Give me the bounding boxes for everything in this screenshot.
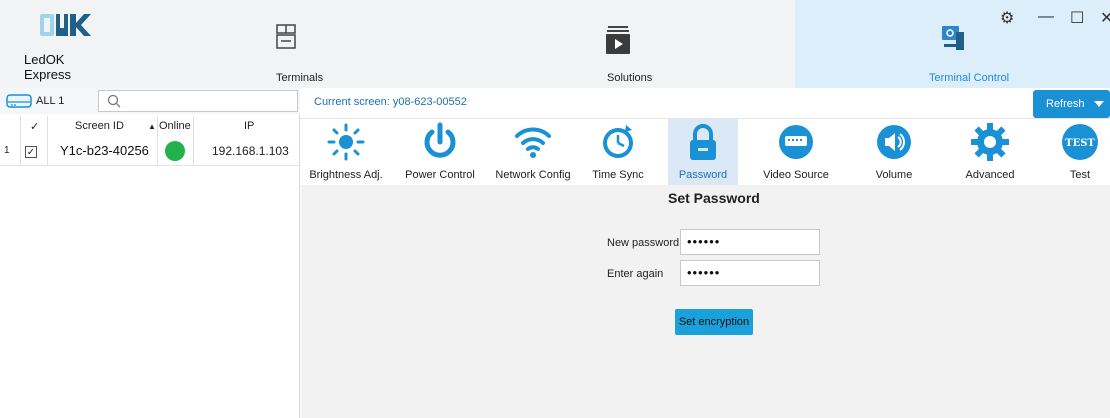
minimize-window-button[interactable]: — bbox=[1038, 8, 1054, 26]
all-filter-label: ALL 1 bbox=[36, 95, 65, 107]
tool-label: Test bbox=[1069, 169, 1091, 181]
new-password-field[interactable]: •••••• bbox=[680, 229, 820, 255]
all-group-filter[interactable]: ALL 1 bbox=[6, 92, 64, 110]
column-ip[interactable]: IP bbox=[244, 120, 254, 132]
column-select-all[interactable]: ✓ bbox=[30, 120, 39, 133]
refresh-button[interactable]: Refresh bbox=[1033, 90, 1110, 118]
tool-label: Time Sync bbox=[592, 169, 644, 181]
close-window-button[interactable]: ✕ bbox=[1100, 8, 1110, 28]
tool-power-control[interactable]: Power Control bbox=[398, 119, 482, 185]
terminals-icon bbox=[276, 24, 296, 49]
refresh-label: Refresh bbox=[1046, 98, 1085, 110]
row-checkbox[interactable]: ✓ bbox=[25, 136, 37, 166]
online-status-indicator bbox=[165, 141, 185, 161]
tool-label: Password bbox=[678, 169, 728, 181]
tool-network-config[interactable]: Network Config bbox=[490, 119, 576, 185]
tool-test[interactable]: TEST Test bbox=[1052, 119, 1108, 185]
settings-gear-icon[interactable]: ⚙ bbox=[1000, 8, 1014, 28]
sort-ascending-icon: ▲ bbox=[148, 122, 156, 131]
password-content-area bbox=[301, 185, 1110, 418]
search-input[interactable] bbox=[98, 90, 298, 112]
video-source-icon bbox=[779, 125, 813, 159]
search-icon bbox=[107, 94, 121, 108]
maximize-window-button[interactable]: ☐ bbox=[1070, 8, 1084, 28]
row-index: 1 bbox=[4, 145, 10, 156]
tool-label: Power Control bbox=[405, 169, 475, 181]
test-icon: TEST bbox=[1062, 124, 1098, 160]
column-screen-id[interactable]: Screen ID bbox=[75, 120, 124, 132]
terminal-list-panel: ALL 1 ✓ Screen ID ▲ Online IP 1 ✓ Y1c-b2… bbox=[0, 88, 300, 418]
gear-icon bbox=[971, 123, 1009, 161]
tool-time-sync[interactable]: Time Sync bbox=[588, 119, 648, 185]
filter-bar: ALL 1 bbox=[0, 88, 300, 114]
ledok-logo-icon bbox=[40, 14, 91, 36]
row-screen-id: Y1c-b23-40256 bbox=[60, 143, 149, 158]
nav-tab-terminals[interactable]: Terminals bbox=[260, 0, 330, 88]
terminal-control-icon bbox=[942, 26, 964, 50]
top-nav-bar: LedOK Express Terminals Solutions Termin… bbox=[0, 0, 1110, 88]
tool-label: Volume bbox=[875, 169, 913, 181]
tool-label: Video Source bbox=[763, 169, 829, 181]
current-screen-label: Current screen: y08-623-00552 bbox=[314, 96, 467, 108]
set-password-title: Set Password bbox=[668, 190, 760, 206]
tool-brightness-adj[interactable]: Brightness Adj. bbox=[308, 119, 384, 185]
lock-icon bbox=[690, 124, 716, 160]
sun-icon bbox=[327, 123, 365, 161]
new-password-label: New password bbox=[607, 237, 680, 249]
tool-advanced[interactable]: Advanced bbox=[952, 119, 1028, 185]
table-header: ✓ Screen ID ▲ Online IP bbox=[0, 116, 300, 138]
power-icon bbox=[424, 122, 456, 158]
tool-label: Network Config bbox=[495, 169, 571, 181]
enter-again-field[interactable]: •••••• bbox=[680, 260, 820, 286]
tool-password[interactable]: Password bbox=[668, 119, 738, 185]
nav-terminal-control-label: Terminal Control bbox=[929, 72, 1010, 84]
enter-again-label: Enter again bbox=[607, 268, 664, 280]
wifi-icon bbox=[515, 127, 551, 158]
nav-terminals-label: Terminals bbox=[276, 72, 324, 84]
svg-text:TEST: TEST bbox=[1065, 138, 1095, 149]
tool-label: Brightness Adj. bbox=[309, 169, 383, 181]
row-ip: 192.168.1.103 bbox=[212, 144, 289, 158]
column-online[interactable]: Online bbox=[159, 120, 191, 132]
set-encryption-button[interactable]: Set encryption bbox=[675, 309, 753, 335]
app-name: LedOK Express bbox=[24, 52, 71, 82]
control-toolbar: Brightness Adj. Power Control Network Co… bbox=[300, 119, 1110, 185]
chevron-down-icon[interactable] bbox=[1094, 101, 1104, 107]
clock-sync-icon bbox=[603, 125, 633, 158]
nav-tab-terminal-control[interactable]: Terminal Control bbox=[795, 0, 1110, 88]
tool-video-source[interactable]: Video Source bbox=[756, 119, 836, 185]
app-logo: LedOK Express bbox=[14, 8, 114, 82]
nav-tab-solutions[interactable]: Solutions bbox=[590, 0, 680, 88]
volume-icon bbox=[877, 125, 911, 159]
tool-volume[interactable]: Volume bbox=[862, 119, 926, 185]
solutions-icon bbox=[606, 26, 630, 54]
device-group-icon bbox=[6, 94, 32, 108]
table-row[interactable]: 1 ✓ Y1c-b23-40256 192.168.1.103 bbox=[0, 136, 300, 166]
tool-label: Advanced bbox=[965, 169, 1015, 181]
nav-solutions-label: Solutions bbox=[607, 72, 653, 84]
